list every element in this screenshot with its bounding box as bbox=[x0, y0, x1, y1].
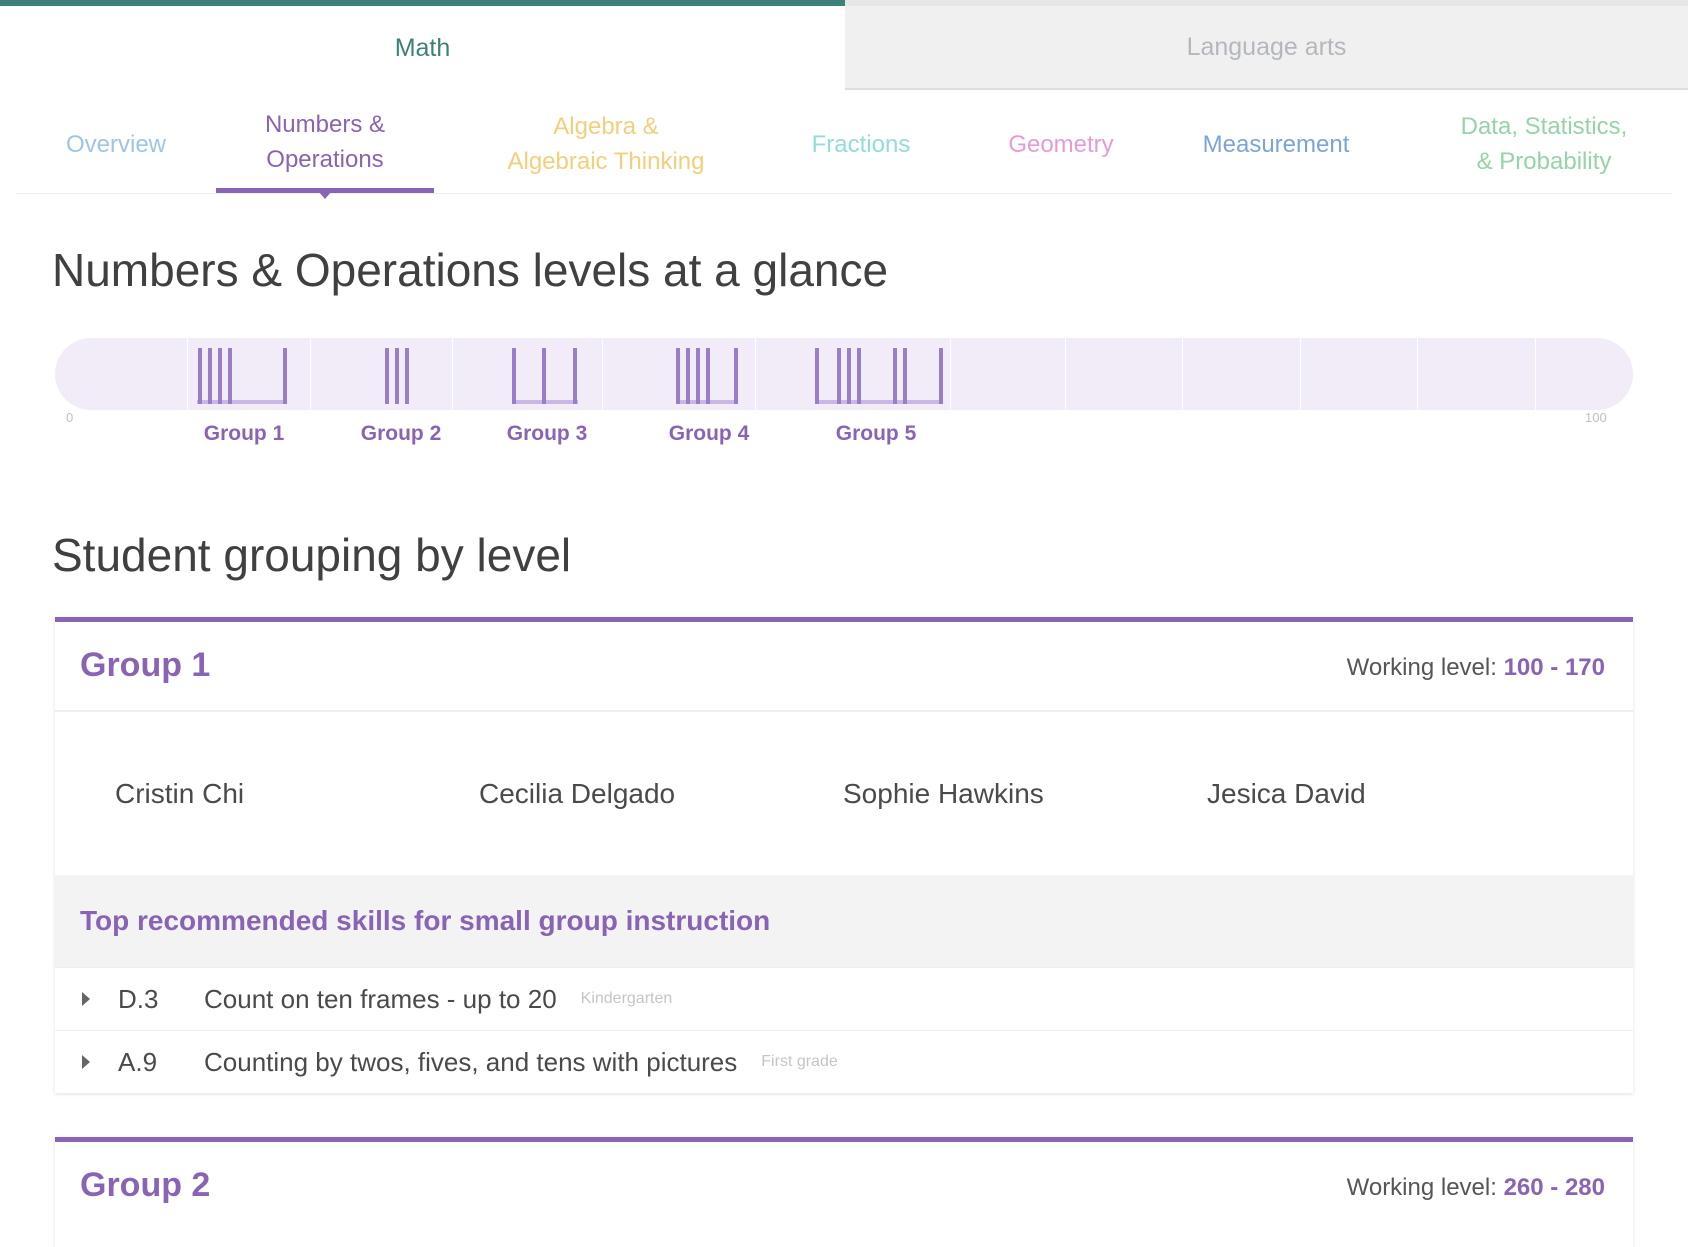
group-label[interactable]: Group 4 bbox=[669, 422, 750, 446]
group-label[interactable]: Group 5 bbox=[836, 422, 917, 446]
student-level-tick bbox=[893, 348, 897, 404]
expand-arrow-icon[interactable] bbox=[82, 992, 90, 1006]
recommended-skills-header: Top recommended skills for small group i… bbox=[55, 875, 1633, 967]
subtab-geometry[interactable]: Geometry bbox=[966, 95, 1156, 193]
subtab-fractions[interactable]: Fractions bbox=[761, 95, 961, 193]
student-level-tick bbox=[208, 348, 212, 404]
skill-grade: First grade bbox=[761, 1053, 838, 1070]
tab-math[interactable]: Math bbox=[0, 0, 845, 90]
student-level-tick bbox=[283, 348, 287, 404]
student-list: Cristin Chi Cecilia Delgado Sophie Hawki… bbox=[55, 712, 1633, 875]
bar-max-label: 100 bbox=[1585, 410, 1607, 425]
working-level-label: Working level: bbox=[1346, 1174, 1504, 1201]
group-label[interactable]: Group 3 bbox=[507, 422, 588, 446]
grouping-title: Student grouping by level bbox=[52, 529, 572, 581]
subtab-label: Data, Statistics, bbox=[1460, 113, 1628, 140]
student-level-tick bbox=[696, 348, 700, 404]
subtab-label: Algebra & bbox=[553, 113, 659, 140]
bar-segment-divider bbox=[187, 338, 188, 410]
strand-tabs: Overview Numbers & Operations Algebra & Al… bbox=[16, 95, 1672, 199]
student-level-tick bbox=[939, 348, 943, 404]
subtab-measurement[interactable]: Measurement bbox=[1166, 95, 1386, 193]
student-level-tick bbox=[405, 348, 409, 404]
subtab-algebra[interactable]: Algebra & Algebraic Thinking bbox=[461, 95, 751, 193]
bar-segment-divider bbox=[755, 338, 756, 410]
student-level-tick bbox=[686, 348, 690, 404]
subtab-data-statistics[interactable]: Data, Statistics, & Probability bbox=[1416, 95, 1672, 193]
glance-title: Numbers & Operations levels at a glance bbox=[52, 244, 889, 296]
working-level: Working level: 260 - 280 bbox=[1347, 1174, 1605, 1202]
student-level-tick bbox=[847, 348, 851, 404]
working-level: Working level: 100 - 170 bbox=[1347, 654, 1605, 682]
expand-arrow-icon[interactable] bbox=[82, 1055, 90, 1069]
subtab-label: Measurement bbox=[1202, 130, 1350, 158]
subtab-numbers-operations[interactable]: Numbers & Operations bbox=[216, 95, 434, 199]
working-level-range: 260 - 280 bbox=[1503, 1174, 1605, 1201]
student-level-tick bbox=[395, 348, 399, 404]
student-name[interactable]: Jesica David bbox=[1207, 778, 1571, 810]
student-level-tick bbox=[857, 348, 861, 404]
working-level-label: Working level: bbox=[1346, 654, 1504, 681]
bar-min-label: 0 bbox=[66, 410, 74, 425]
student-level-tick bbox=[815, 348, 819, 404]
group-label[interactable]: Group 2 bbox=[361, 422, 442, 446]
subtab-label: Geometry bbox=[1008, 130, 1114, 158]
student-level-tick bbox=[837, 348, 841, 404]
subject-tabs: Math Language arts bbox=[0, 0, 1688, 90]
skill-name[interactable]: Count on ten frames - up to 20 bbox=[204, 984, 557, 1015]
bar-segment-divider bbox=[310, 338, 311, 410]
skill-grade: Kindergarten bbox=[580, 990, 673, 1007]
group-label[interactable]: Group 1 bbox=[204, 422, 285, 446]
levels-bar bbox=[55, 338, 1633, 410]
group-card-2: Group 2 Working level: 260 - 280 bbox=[55, 1137, 1633, 1247]
bar-segment-divider bbox=[1065, 338, 1066, 410]
student-level-tick bbox=[706, 348, 710, 404]
student-level-tick bbox=[198, 348, 202, 404]
student-name[interactable]: Cecilia Delgado bbox=[479, 778, 843, 810]
subtab-overview[interactable]: Overview bbox=[16, 95, 216, 193]
subtab-label-line2: & Probability bbox=[1476, 148, 1612, 175]
group-range-bracket bbox=[815, 400, 943, 404]
skill-code: A.9 bbox=[118, 1046, 158, 1077]
skill-code: D.3 bbox=[118, 983, 159, 1014]
student-level-tick bbox=[218, 348, 222, 404]
student-level-tick bbox=[385, 348, 389, 404]
student-level-tick bbox=[676, 348, 680, 404]
student-level-tick bbox=[903, 348, 907, 404]
student-name[interactable]: Cristin Chi bbox=[115, 778, 479, 810]
bar-segment-divider bbox=[452, 338, 453, 410]
student-level-tick bbox=[573, 348, 577, 404]
student-level-tick bbox=[228, 348, 232, 404]
skill-row[interactable]: D.3 Count on ten frames - up to 20 Kinde… bbox=[55, 967, 1633, 1030]
bar-segment-divider bbox=[950, 338, 951, 410]
student-level-tick bbox=[512, 348, 516, 404]
tab-language-arts[interactable]: Language arts bbox=[845, 0, 1688, 90]
group-card-header: Group 2 Working level: 260 - 280 bbox=[55, 1142, 1633, 1230]
student-level-tick bbox=[734, 348, 738, 404]
subtab-label-line2: Algebraic Thinking bbox=[507, 148, 705, 175]
bar-segment-divider bbox=[1417, 338, 1418, 410]
subtab-label-line2: Operations bbox=[266, 145, 384, 173]
subtab-label: Fractions bbox=[811, 130, 911, 158]
bar-segment-divider bbox=[1182, 338, 1183, 410]
student-name[interactable]: Sophie Hawkins bbox=[843, 778, 1207, 810]
group-title: Group 2 bbox=[80, 1166, 211, 1204]
subtab-label: Numbers & bbox=[264, 110, 386, 138]
group-title: Group 1 bbox=[80, 646, 211, 684]
working-level-range: 100 - 170 bbox=[1503, 654, 1605, 681]
bar-segment-divider bbox=[602, 338, 603, 410]
subtab-label: Overview bbox=[65, 130, 167, 158]
group-card-header: Group 1 Working level: 100 - 170 bbox=[55, 622, 1633, 712]
group-card-1: Group 1 Working level: 100 - 170 Cristin… bbox=[55, 617, 1633, 1093]
skill-row[interactable]: A.9 Counting by twos, fives, and tens wi… bbox=[55, 1030, 1633, 1093]
bar-segment-divider bbox=[1300, 338, 1301, 410]
student-level-tick bbox=[542, 348, 546, 404]
skill-name[interactable]: Counting by twos, fives, and tens with p… bbox=[204, 1047, 737, 1078]
active-caret-icon bbox=[318, 191, 332, 199]
bar-segment-divider bbox=[1535, 338, 1536, 410]
